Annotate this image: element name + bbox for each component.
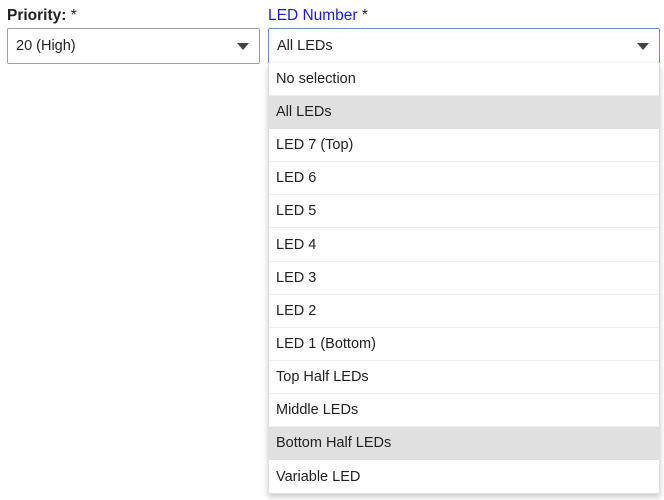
led-number-label: LED Number * [268,6,660,26]
priority-select[interactable]: 20 (High) [7,28,260,64]
priority-label: Priority: * [7,6,260,26]
priority-field: Priority: * 20 (High) [7,6,260,64]
priority-selected-value: 20 (High) [16,38,76,54]
dropdown-option[interactable]: Variable LED [269,460,659,493]
dropdown-option[interactable]: LED 2 [269,295,659,328]
dropdown-option[interactable]: LED 4 [269,228,659,262]
led-number-dropdown-menu: No selection All LEDs LED 7 (Top) LED 6 LED … [268,63,660,494]
dropdown-option[interactable]: Middle LEDs [269,394,659,428]
dropdown-option[interactable]: LED 6 [269,162,659,196]
chevron-down-icon [637,42,649,50]
priority-required-mark: * [66,7,77,24]
chevron-down-icon [237,42,249,50]
dropdown-option[interactable]: Top Half LEDs [269,361,659,394]
dropdown-option[interactable]: LED 5 [269,195,659,229]
priority-label-text: Priority: [7,7,67,24]
dropdown-option[interactable]: Bottom Half LEDs [269,427,659,461]
led-number-label-text: LED Number [268,7,358,24]
led-number-selected-value: All LEDs [277,38,333,54]
led-number-field: LED Number * All LEDs [268,6,660,64]
led-number-select[interactable]: All LEDs [268,28,660,64]
dropdown-option[interactable]: LED 7 (Top) [269,129,659,163]
dropdown-option[interactable]: LED 1 (Bottom) [269,328,659,361]
dropdown-option[interactable]: No selection [269,63,659,97]
dropdown-option[interactable]: LED 3 [269,262,659,295]
dropdown-option[interactable]: All LEDs [269,96,659,130]
led-number-required-mark: * [357,7,368,24]
